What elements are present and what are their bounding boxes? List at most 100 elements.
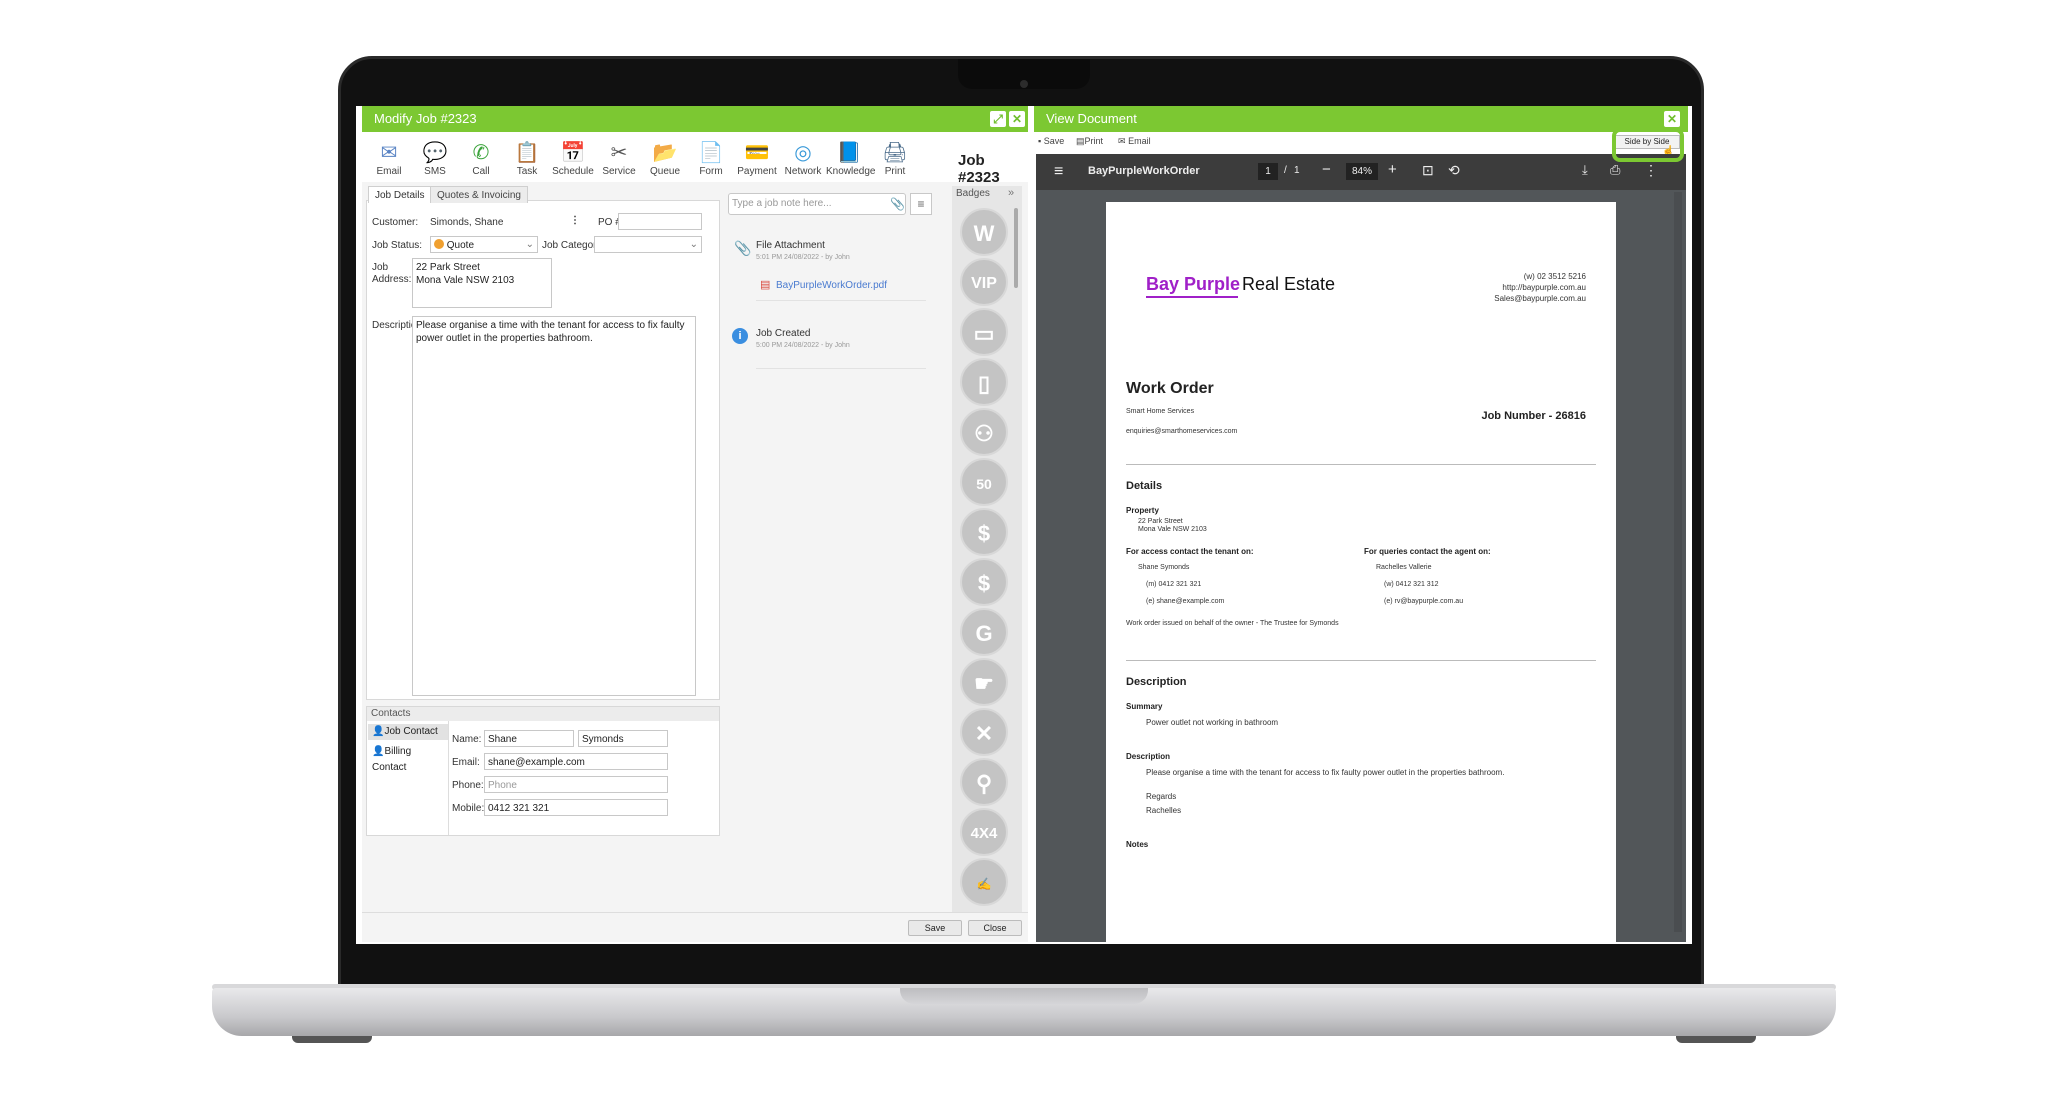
contacts-header: Contacts [367,707,719,721]
contact-item-job[interactable]: 👤Job Contact [368,724,448,740]
badge-signature-icon[interactable]: ✍ [960,858,1008,906]
badge-x-icon[interactable]: ✕ [960,708,1008,756]
page-number-input[interactable]: 1 [1258,163,1278,180]
company-name: Smart Home Services [1126,408,1195,415]
badges-scrollbar[interactable] [1014,208,1018,288]
pdf-scrollbar[interactable] [1674,192,1682,932]
filter-icon[interactable]: ≡ [910,193,932,215]
divider [448,721,449,835]
badge-dollar-icon[interactable]: $ [960,558,1008,606]
phone-field[interactable]: Phone [484,776,668,793]
queue-icon: 📂 [652,142,678,164]
description-textarea[interactable]: Please organise a time with the tenant f… [412,316,696,696]
zoom-input[interactable]: 84% [1346,163,1378,180]
network-icon: ◎ [794,142,812,164]
badge-people-icon[interactable]: ⚇ [960,408,1008,456]
sms-button[interactable]: 💬 SMS [412,140,458,177]
signoff-text: Rachelles [1146,806,1182,815]
customer-label: Customer: [372,217,419,228]
doc-email-button[interactable]: ✉ Email [1118,136,1151,147]
email-button[interactable]: ✉ Email [366,140,412,177]
email-field[interactable]: shane@example.com [484,753,668,770]
badge-hand-icon[interactable]: ☛ [960,658,1008,706]
more-icon[interactable]: ⋮ [570,215,580,226]
regards-text: Regards [1146,792,1177,801]
category-label: Job Category [542,240,602,251]
tab-quotes-invoicing[interactable]: Quotes & Invoicing [430,186,528,203]
doc-print-button[interactable]: ▤Print [1076,136,1103,147]
close-button[interactable]: Close [968,920,1022,936]
zoom-in-icon[interactable]: + [1388,161,1397,178]
paperclip-icon[interactable]: 📎 [890,197,905,211]
contact-email: Sales@baypurple.com.au [1494,294,1586,303]
knowledge-button[interactable]: 📘 Knowledge [826,140,875,177]
tab-job-details[interactable]: Job Details [368,186,432,203]
task-button[interactable]: 📋 Task [504,140,550,177]
contact-item-billing[interactable]: 👤Billing Contact [368,744,448,773]
timeline-meta: 5:01 PM 24/08/2022 - by John [756,254,850,261]
laptop-foot-left [292,1036,372,1043]
badges-panel: Badges » W VIP ▭ ▯ ⚇ 50 $ $ G ☛ ✕ ⚲ 4X4 … [952,186,1022,936]
attachment-icon: 📎 [734,240,752,256]
company-email: enquiries@smarthomeservices.com [1126,428,1238,435]
pdf-toolbar: ≡ BayPurpleWorkOrder 1 / 1 − 84% + ⊡ ⟲ ⤓… [1036,154,1686,190]
badge-w-icon[interactable]: W [960,208,1008,256]
notes-label: Notes [1126,840,1149,849]
laptop-mockup: Modify Job #2323 ⤢ ✕ ✉ Email 💬 SMS ✆ Call 📋… [0,0,2048,1100]
status-select[interactable]: Quote ⌄ [430,236,538,253]
print-icon[interactable]: ⎙ [1610,162,1620,178]
address-textarea[interactable]: 22 Park Street Mona Vale NSW 2103 [412,258,552,308]
badge-card-icon[interactable]: ▭ [960,308,1008,356]
expand-icon[interactable]: » [1008,187,1014,199]
status-label: Job Status: [372,240,423,251]
badge-pin-icon[interactable]: ⚲ [960,758,1008,806]
form-icon: 📄 [698,142,724,164]
details-heading: Details [1126,480,1163,492]
network-button[interactable]: ◎ Network [780,140,826,177]
call-button[interactable]: ✆ Call [458,140,504,177]
badge-g-icon[interactable]: G [960,608,1008,656]
toolbar-label: Email [376,166,402,177]
agent-email: (e) rv@baypurple.com.au [1384,598,1464,605]
desc-text: Please organise a time with the tenant f… [1146,768,1505,777]
payment-button[interactable]: 💳 Payment [734,140,780,177]
badge-phone-icon[interactable]: ▯ [960,358,1008,406]
service-button[interactable]: ✂ Service [596,140,642,177]
agent-name: Rachelles Vallerie [1376,564,1432,571]
first-name-input[interactable]: Shane [484,730,574,747]
doc-heading: Work Order [1126,380,1214,397]
form-button[interactable]: 📄 Form [688,140,734,177]
property-line-2: Mona Vale NSW 2103 [1138,526,1207,533]
po-input[interactable] [618,213,702,230]
queue-button[interactable]: 📂 Queue [642,140,688,177]
action-label: Print [1084,136,1104,146]
status-value: Quote [446,240,475,251]
download-icon[interactable]: ⤓ [1582,162,1588,178]
badge-4x4-icon[interactable]: 4X4 [960,808,1008,856]
maximize-icon[interactable]: ⤢ [990,111,1006,127]
toolbar-label: Schedule [552,166,594,177]
divider [1126,464,1596,465]
print-button[interactable]: 🖨 Print [872,140,918,177]
last-name-input[interactable]: Symonds [578,730,668,747]
badge-50-icon[interactable]: 50 [960,458,1008,506]
schedule-button[interactable]: 📅 Schedule [550,140,596,177]
rotate-icon[interactable]: ⟲ [1448,162,1460,179]
badge-dollar-icon[interactable]: $ [960,508,1008,556]
note-input[interactable]: Type a job note here... [728,193,906,215]
zoom-out-icon[interactable]: − [1322,161,1331,178]
more-vert-icon[interactable]: ⋮ [1644,162,1658,179]
category-select[interactable]: ⌄ [594,236,702,253]
customer-value[interactable]: Simonds, Shane [430,217,503,228]
menu-icon[interactable]: ≡ [1054,163,1063,181]
attachment-link[interactable]: BayPurpleWorkOrder.pdf [776,280,887,291]
badge-vip-icon[interactable]: VIP [960,258,1008,306]
doc-save-button[interactable]: ▪ Save [1038,136,1064,146]
close-icon[interactable]: ✕ [1664,111,1680,127]
mobile-field[interactable]: 0412 321 321 [484,799,668,816]
calendar-icon: 📅 [560,142,586,164]
fit-page-icon[interactable]: ⊡ [1422,162,1434,179]
pdf-icon: ▤ [760,279,771,291]
save-button[interactable]: Save [908,920,962,936]
close-icon[interactable]: ✕ [1009,111,1025,127]
